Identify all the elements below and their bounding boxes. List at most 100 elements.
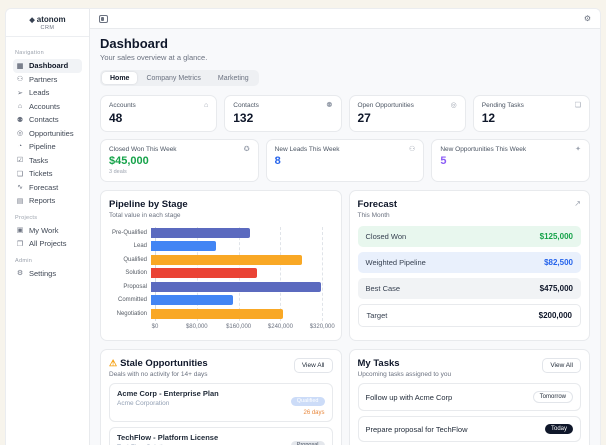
stale-view-all-button[interactable]: View All — [293, 358, 333, 373]
stale-item[interactable]: TechFlow - Platform LicenseTechFlow Solu… — [109, 427, 333, 445]
stat-card-open-opportunities: Open Opportunities ◎ 27 — [348, 95, 466, 132]
tick-label: $160,000 — [226, 323, 252, 330]
tab-company-metrics[interactable]: Company Metrics — [138, 72, 208, 84]
opportunity-name: Acme Corp - Enterprise Plan — [117, 389, 219, 398]
sidebar-item-label: Settings — [29, 268, 57, 278]
forecast-panel: Forecast This Month ↗ Closed Won $125,000… — [348, 190, 590, 341]
bar-qualified[interactable] — [151, 254, 302, 265]
sidebar-item-partners[interactable]: ⚇ Partners — [13, 73, 82, 87]
sidebar-item-forecast[interactable]: ∿ Forecast — [13, 181, 82, 195]
tasks-icon: ☑ — [16, 157, 24, 165]
trophy-icon: ✪ — [243, 146, 250, 153]
sidebar-item-accounts[interactable]: ⌂ Accounts — [13, 100, 82, 114]
topbar: ⚙ — [90, 9, 600, 29]
sidebar-item-label: Tickets — [29, 169, 53, 179]
stale-subtitle: Deals with no activity for 14+ days — [109, 371, 208, 378]
pipeline-subtitle: Total value in each stage — [109, 212, 181, 219]
nav-section-label: Navigation — [15, 50, 44, 56]
sidebar-item-dashboard[interactable]: ▦ Dashboard — [13, 59, 82, 73]
chart-x-axis: $0 $80,000 $160,000 $240,000 $320,000 — [152, 321, 335, 332]
pipeline-panel: Pipeline by Stage Total value in each st… — [100, 190, 342, 341]
stat-value: 48 — [109, 111, 123, 125]
opportunities-icon: ◎ — [16, 130, 24, 138]
main-area: ⚙ Dashboard Your sales overview at a gla… — [90, 9, 600, 445]
sidebar-toggle-icon[interactable] — [99, 14, 108, 23]
reports-icon: ▤ — [16, 197, 24, 205]
category-label: Negotiation — [116, 310, 147, 317]
stale-item[interactable]: Acme Corp - Enterprise Plan Acme Corporat… — [109, 383, 333, 422]
nav-section-label: Projects — [15, 214, 38, 221]
tick-label: $240,000 — [267, 323, 293, 330]
logo-subtext: CRM — [40, 25, 55, 31]
pipeline-icon: ◔ — [17, 143, 23, 151]
forecast-rows: Closed Won $125,000 Weighted Pipeline $82,… — [357, 226, 581, 327]
card-closed-won-week: Closed Won This Week ✪ $45,000 3 deals — [100, 139, 259, 182]
sidebar-item-label: All Projects — [29, 239, 67, 249]
people-icon: ⚉ — [326, 102, 333, 109]
building-icon: ⌂ — [204, 102, 209, 109]
chart-row: Committed — [109, 294, 333, 308]
sidebar-item-opportunities[interactable]: ◎ Opportunities — [13, 127, 82, 141]
tickets-icon: ❏ — [16, 170, 24, 178]
card-value: $45,000 — [109, 155, 149, 167]
stat-card-accounts: Accounts ⌂ 48 — [100, 95, 218, 132]
stat-label: Accounts — [109, 102, 136, 109]
tab-home[interactable]: Home — [102, 72, 138, 84]
contacts-icon: ⚉ — [16, 116, 24, 124]
task-item[interactable]: Follow up with Acme Corp Tomorrow — [357, 383, 581, 411]
chart-row: Negotiation — [109, 307, 333, 321]
bar-committed[interactable] — [151, 295, 233, 306]
sidebar-item-tasks[interactable]: ☑ Tasks — [13, 154, 82, 168]
opportunity-company: Acme Corporation — [117, 400, 170, 407]
forecast-value: $475,000 — [539, 284, 573, 293]
sidebar-item-my-work[interactable]: ▣ My Work — [13, 224, 82, 238]
sidebar-item-reports[interactable]: ▤ Reports — [13, 194, 82, 208]
stat-card-contacts: Contacts ⚉ 132 — [224, 95, 342, 132]
card-label: New Opportunities This Week — [440, 146, 527, 153]
tab-marketing[interactable]: Marketing — [210, 72, 257, 84]
sidebar-item-label: Partners — [29, 74, 58, 84]
logo-title: ◆ atonom — [10, 15, 85, 24]
gear-icon[interactable]: ⚙ — [584, 14, 591, 23]
forecast-label: Best Case — [365, 284, 401, 293]
chart-row: Qualified — [109, 253, 333, 267]
sidebar-item-label: Accounts — [29, 101, 60, 111]
sidebar: ◆ atonom CRM Navigation ▦ Dashboard ⚇ Partn… — [6, 9, 90, 445]
forecast-value: $125,000 — [539, 232, 573, 241]
stale-title: ⚠ Stale Opportunities — [109, 358, 208, 369]
stat-cards-row: Accounts ⌂ 48 Contacts ⚉ 132 Open Opportun… — [100, 95, 590, 132]
sidebar-item-leads[interactable]: ➢ Leads — [13, 86, 82, 100]
tasks-view-all-button[interactable]: View All — [542, 358, 581, 373]
middle-panels-row: Pipeline by Stage Total value in each st… — [100, 190, 590, 341]
chart-row: Pre-Qualified — [109, 226, 333, 240]
bar-solution[interactable] — [151, 268, 258, 279]
bar-proposal[interactable] — [151, 281, 321, 292]
all-projects-icon: ❐ — [16, 240, 24, 248]
stat-card-pending-tasks: Pending Tasks ❏ 12 — [472, 95, 590, 132]
sidebar-item-all-projects[interactable]: ❐ All Projects — [13, 237, 82, 251]
user-plus-icon: ⚇ — [409, 146, 416, 153]
bar-negotiation[interactable] — [151, 308, 283, 319]
category-label: Lead — [133, 243, 147, 250]
warning-icon: ⚠ — [109, 358, 118, 368]
card-value: 8 — [274, 155, 281, 167]
bar-lead[interactable] — [151, 241, 217, 252]
card-label: New Leads This Week — [274, 146, 340, 153]
partners-icon: ⚇ — [16, 76, 24, 84]
tick-label: $320,000 — [309, 323, 335, 330]
task-item[interactable]: Prepare proposal for TechFlow Today — [357, 416, 581, 442]
card-subtext — [275, 169, 416, 175]
stat-value: 12 — [481, 111, 496, 125]
sidebar-item-tickets[interactable]: ❏ Tickets — [13, 167, 82, 181]
logo-text: atonom — [36, 15, 66, 24]
bar-pre-qualified[interactable] — [151, 227, 250, 238]
sidebar-item-label: Reports — [29, 196, 56, 206]
my-tasks-panel: My Tasks Upcoming tasks assigned to you … — [348, 349, 590, 445]
stale-days: 26 days — [303, 410, 325, 416]
sidebar-item-pipeline[interactable]: ◔ Pipeline — [13, 140, 82, 154]
sidebar-item-contacts[interactable]: ⚉ Contacts — [13, 113, 82, 127]
card-new-opportunities-week: New Opportunities This Week ✦ 5 — [431, 139, 590, 182]
sidebar-item-settings[interactable]: ⚙ Settings — [13, 267, 82, 281]
sidebar-item-label: My Work — [29, 225, 59, 235]
page-title: Dashboard — [100, 36, 168, 51]
